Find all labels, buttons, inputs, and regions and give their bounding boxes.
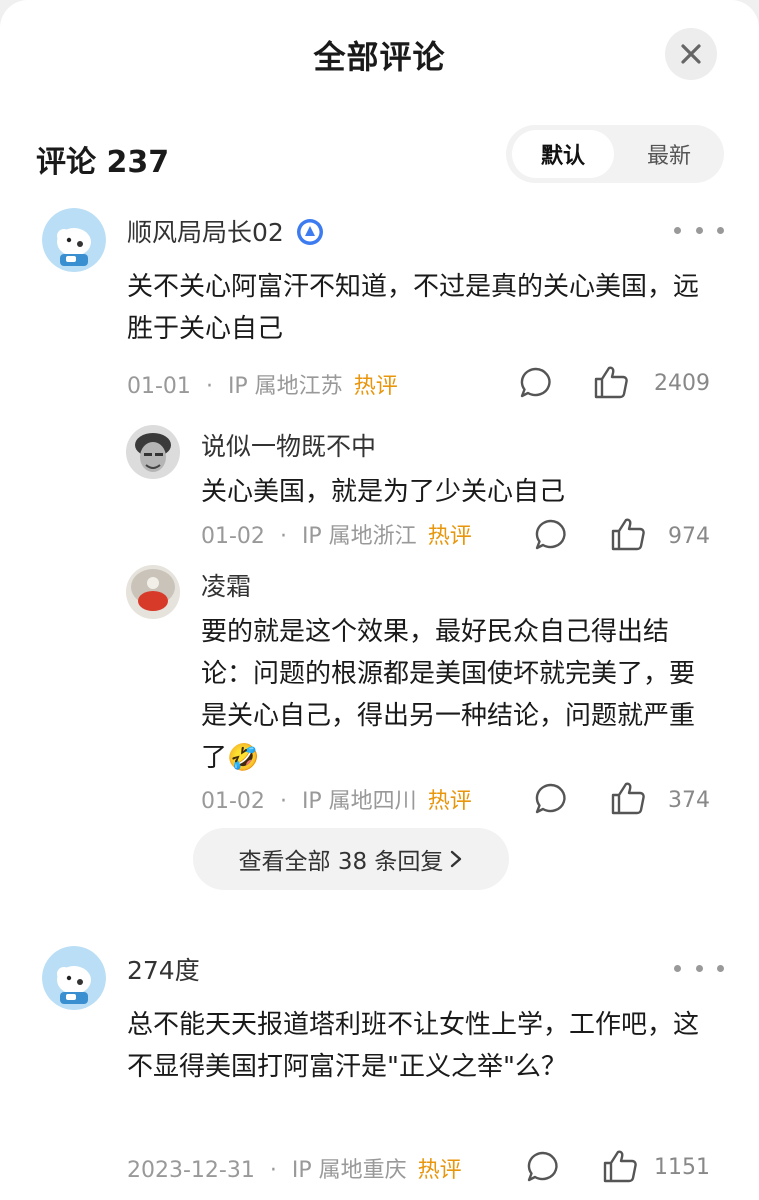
ip-location: IP 属地江苏 [227,374,343,399]
meta-separator: · [205,374,213,399]
like-count: 2409 [654,371,710,396]
view-all-replies-button[interactable]: 查看全部 38 条回复 [193,828,509,890]
like-count: 1151 [654,1155,710,1180]
avatar[interactable] [42,208,106,272]
sheet-title: 全部评论 [313,38,446,76]
laugh-emoji: 🤣 [227,743,260,773]
comment-meta: 2023-12-31 · IP 属地重庆 热评 [127,1152,462,1184]
sheet-header: 全部评论 [0,0,759,110]
username[interactable]: 274度 [127,951,200,987]
comment-text-body: 要的就是这个效果，最好民众自己得出结论：问题的根源都是美国使坏就完美了，要是关心… [201,617,696,773]
comment-date: 01-02 [201,524,265,549]
meta-separator: · [269,1158,277,1183]
sort-switch: 默认 最新 [506,125,724,183]
comment-meta: 01-02 · IP 属地四川 热评 [201,783,472,815]
reply-button[interactable] [534,518,568,552]
comments-sheet: 全部评论 评论 237 默认 最新 顺风局局长02 关不关心阿富汗不知道，不过是… [0,0,759,1200]
comment-text: 要的就是这个效果，最好民众自己得出结论：问题的根源都是美国使坏就完美了，要是关心… [201,611,716,779]
view-all-label: 查看全部 38 条回复 [238,849,444,875]
hot-tag: 热评 [417,1158,462,1183]
reply-button[interactable] [519,366,553,400]
sort-latest-tab[interactable]: 最新 [618,130,720,178]
ip-location: IP 属地浙江 [301,524,417,549]
more-icon[interactable] [674,220,724,240]
username[interactable]: 说似一物既不中 [201,427,376,463]
comment-icon [535,783,566,814]
username[interactable]: 凌霜 [201,567,251,603]
comment-icon [527,1151,558,1182]
meta-separator: · [279,789,287,814]
comment-meta: 01-01 · IP 属地江苏 热评 [127,368,398,400]
comment-text: 关不关心阿富汗不知道，不过是真的关心美国，远胜于关心自己 [127,272,700,344]
comment-date: 2023-12-31 [127,1158,255,1183]
like-count: 374 [668,788,710,813]
like-icon [594,366,628,399]
comment-meta: 01-02 · IP 属地浙江 热评 [201,518,472,550]
reply-button[interactable] [534,782,568,816]
chevron-right-icon [451,850,462,868]
avatar[interactable] [126,565,180,619]
meta-separator: · [279,524,287,549]
comment-count-title: 评论 237 [36,145,170,180]
comment-icon [520,367,551,398]
more-icon[interactable] [674,958,724,978]
avatar[interactable] [42,946,106,1010]
comment-text: 关心美国，就是为了少关心自己 [201,477,566,507]
reply-button[interactable] [526,1150,560,1184]
username[interactable]: 顺风局局长02 [127,213,324,249]
hot-tag: 热评 [427,524,472,549]
hot-tag: 热评 [353,374,398,399]
sort-default-tab[interactable]: 默认 [512,130,614,178]
comment-icon [535,519,566,550]
comment-text: 总不能天天报道塔利班不让女性上学，工作吧，这不显得美国打阿富汗是"正义之举"么？ [127,1010,700,1082]
comment-date: 01-02 [201,789,265,814]
ip-location: IP 属地四川 [301,789,417,814]
like-count: 974 [668,524,710,549]
close-button[interactable] [665,28,717,80]
username-text: 顺风局局长02 [127,218,284,247]
verified-badge-icon [296,219,323,245]
like-button[interactable] [593,364,629,400]
close-icon [681,44,701,64]
comment-date: 01-01 [127,374,191,399]
avatar[interactable] [126,425,180,479]
hot-tag: 热评 [427,789,472,814]
comments-toolbar: 评论 237 默认 最新 [0,125,759,187]
ip-location: IP 属地重庆 [291,1158,407,1183]
